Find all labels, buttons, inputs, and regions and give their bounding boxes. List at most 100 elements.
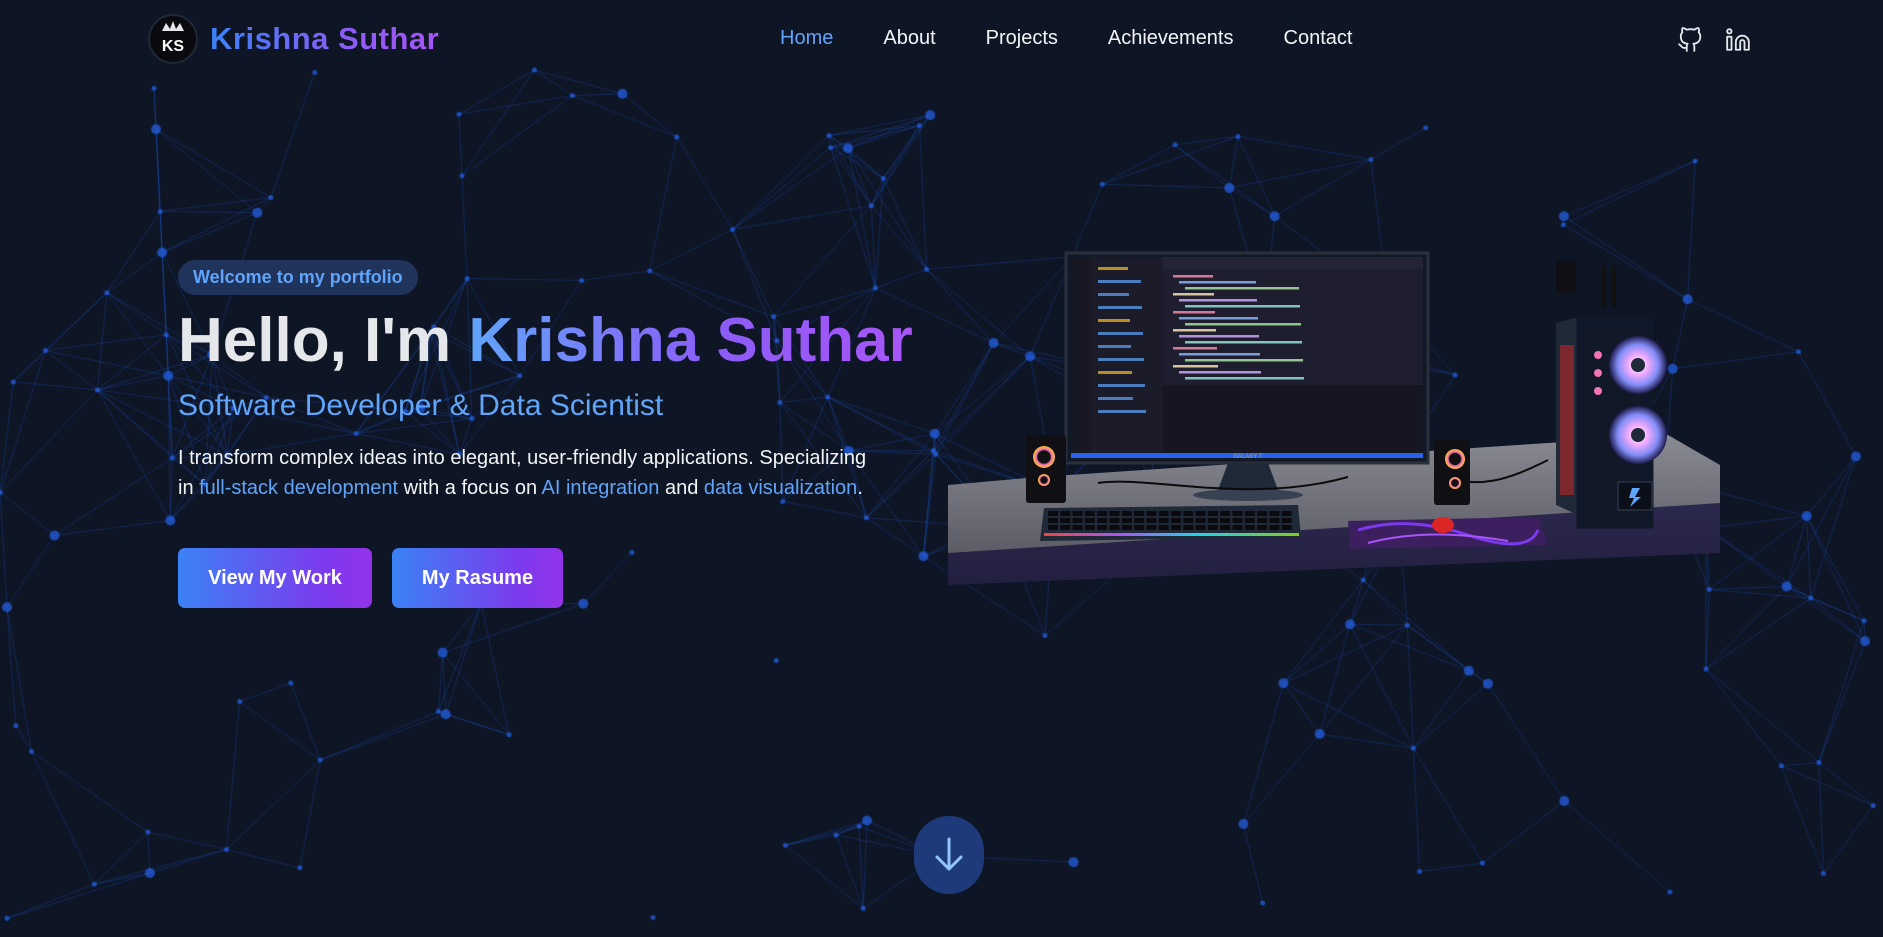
code-line — [1185, 341, 1302, 344]
keyboard-key — [1072, 518, 1083, 523]
keyboard-key — [1244, 518, 1255, 523]
keyboard-key — [1244, 511, 1255, 516]
keyboard-key — [1257, 518, 1268, 523]
keyboard-key — [1060, 511, 1071, 516]
keyboard-key — [1232, 511, 1243, 516]
keyboard-key — [1207, 518, 1218, 523]
file-tree-item — [1098, 345, 1131, 348]
keyboard-key — [1097, 525, 1108, 530]
code-line — [1173, 365, 1218, 368]
file-tree-item — [1098, 293, 1129, 296]
hero-subtitle: Software Developer & Data Scientist — [178, 389, 664, 423]
keyboard-key — [1048, 511, 1058, 516]
keyboard-key — [1220, 511, 1231, 516]
keyboard-key — [1281, 511, 1292, 516]
keyboard-key — [1207, 525, 1218, 530]
keyboard-key — [1084, 518, 1095, 523]
code-line — [1179, 281, 1256, 284]
keyboard-key — [1072, 511, 1083, 516]
keyboard-key — [1183, 518, 1194, 523]
keyboard-key — [1084, 525, 1095, 530]
hero-title: Hello, I'm Krishna Suthar — [178, 306, 938, 375]
linkedin-icon[interactable] — [1724, 26, 1752, 54]
brand-name: Krishna Suthar — [210, 21, 439, 57]
monitor-brand: GALAXY T — [1233, 454, 1262, 460]
code-line — [1173, 329, 1216, 332]
desc-highlight-dataviz: data visualization — [703, 477, 858, 500]
keyboard-key — [1257, 511, 1268, 516]
keyboard-key — [1109, 525, 1120, 530]
keyboard-key — [1048, 525, 1058, 530]
keyboard-key — [1134, 525, 1145, 530]
logo-link[interactable]: KS Krishna Suthar — [148, 14, 439, 64]
keyboard-key — [1232, 518, 1243, 523]
code-line — [1179, 317, 1258, 320]
keyboard-key — [1158, 518, 1169, 523]
code-line — [1185, 323, 1301, 326]
desk-setup-3d-scene[interactable]: GALAXY T — [948, 245, 1720, 595]
logo-text: KS — [162, 38, 185, 55]
code-line — [1179, 299, 1257, 302]
keyboard-key — [1220, 518, 1231, 523]
navbar: KS Krishna Suthar Home About Projects Ac… — [0, 0, 1883, 78]
code-line — [1185, 305, 1300, 308]
keyboard-key — [1109, 518, 1120, 523]
hero-greeting: Hello, I'm — [178, 306, 469, 375]
keyboard-key — [1183, 525, 1194, 530]
nav-about[interactable]: About — [883, 27, 935, 50]
code-line — [1179, 353, 1260, 356]
file-tree-item — [1098, 410, 1146, 413]
file-tree-item — [1098, 280, 1141, 283]
file-tree-item — [1098, 332, 1143, 335]
keyboard-key — [1244, 525, 1255, 530]
hero-name: Krishna Suthar — [468, 306, 913, 375]
keyboard-key — [1134, 518, 1145, 523]
keyboard-key — [1121, 511, 1132, 516]
keyboard-key — [1060, 525, 1071, 530]
nav-home[interactable]: Home — [780, 27, 833, 50]
nav-projects[interactable]: Projects — [986, 27, 1058, 50]
hero-description: I transform complex ideas into elegant, … — [178, 443, 878, 503]
code-line — [1173, 293, 1214, 296]
keyboard-key — [1121, 518, 1132, 523]
keyboard-key — [1072, 525, 1083, 530]
keyboard-key — [1232, 525, 1243, 530]
keyboard-key — [1183, 511, 1194, 516]
keyboard-key — [1171, 525, 1181, 530]
brand-first: Krishna — [210, 21, 329, 56]
nav-achievements[interactable]: Achievements — [1108, 27, 1234, 50]
keyboard-key — [1257, 525, 1268, 530]
nav-links: Home About Projects Achievements Contact — [780, 27, 1402, 50]
code-line — [1173, 311, 1215, 314]
keyboard-key — [1195, 511, 1206, 516]
desc-highlight-fullstack: full-stack development — [199, 477, 399, 500]
keyboard-key — [1097, 518, 1108, 523]
scroll-down-button[interactable] — [914, 816, 984, 894]
hero-section: Welcome to my portfolio Hello, I'm Krish… — [178, 260, 938, 609]
resume-button[interactable]: My Rasume — [392, 548, 563, 609]
code-line — [1173, 347, 1217, 350]
keyboard-key — [1195, 525, 1206, 530]
keyboard-key — [1158, 511, 1169, 516]
social-links — [1676, 26, 1752, 54]
code-line — [1179, 371, 1261, 374]
keyboard-key — [1060, 518, 1071, 523]
logo-icon: KS — [148, 14, 198, 64]
keyboard-key — [1269, 525, 1280, 530]
keyboard-key — [1269, 511, 1280, 516]
keyboard-key — [1195, 518, 1206, 523]
desc-text-2: with a focus on — [398, 477, 542, 500]
brand-last: Suthar — [338, 21, 440, 56]
github-icon[interactable] — [1676, 26, 1704, 54]
file-tree-item — [1098, 358, 1144, 361]
code-line — [1185, 287, 1299, 290]
keyboard-key — [1171, 518, 1181, 523]
nav-contact[interactable]: Contact — [1284, 27, 1353, 50]
keyboard-key — [1146, 511, 1157, 516]
view-work-button[interactable]: View My Work — [178, 548, 372, 609]
desc-text-4: . — [857, 477, 863, 500]
file-tree-item — [1098, 306, 1142, 309]
welcome-badge: Welcome to my portfolio — [178, 260, 418, 295]
keyboard-key — [1097, 511, 1108, 516]
keyboard-key — [1281, 518, 1292, 523]
